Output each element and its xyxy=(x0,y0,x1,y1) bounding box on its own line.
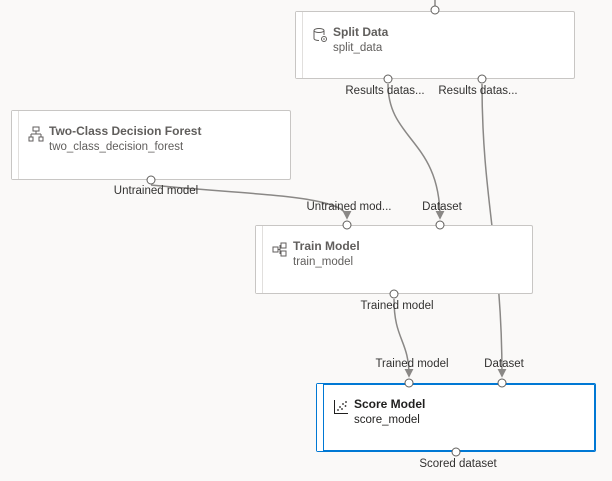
node-subtitle: two_class_decision_forest xyxy=(49,141,184,153)
decision-tree-icon xyxy=(28,126,44,142)
port-label: Trained model xyxy=(375,358,449,370)
port-label: Dataset xyxy=(422,201,462,213)
train-model-icon xyxy=(272,241,288,257)
edge-split-to-train-dataset[interactable] xyxy=(387,83,445,220)
score-model-node[interactable]: Score Model score_model xyxy=(316,383,596,452)
split-data-node[interactable]: Split Data split_data xyxy=(295,11,575,79)
split-data-output-port-1[interactable] xyxy=(383,74,393,84)
train-model-output-port[interactable] xyxy=(389,289,399,299)
score-model-output-port[interactable] xyxy=(451,447,461,457)
node-strip xyxy=(256,226,263,293)
split-data-input-port[interactable] xyxy=(430,5,440,15)
decision-forest-node[interactable]: Two-Class Decision Forest two_class_deci… xyxy=(11,110,291,180)
score-model-input-port-1[interactable] xyxy=(404,378,414,388)
score-model-input-port-2[interactable] xyxy=(497,378,507,388)
pipeline-canvas[interactable]: Split Data split_data Results datas... R… xyxy=(0,0,612,481)
train-model-input-port-2[interactable] xyxy=(435,220,445,230)
node-title: Train Model xyxy=(293,239,360,253)
port-label: Dataset xyxy=(484,358,524,370)
train-model-input-port-1[interactable] xyxy=(342,220,352,230)
node-subtitle: split_data xyxy=(333,42,383,54)
decision-forest-output-port[interactable] xyxy=(146,175,156,185)
node-strip xyxy=(12,111,19,179)
node-title: Two-Class Decision Forest xyxy=(49,124,202,138)
port-label: Results datas... xyxy=(438,85,518,97)
node-strip xyxy=(296,12,303,78)
node-title: Score Model xyxy=(354,397,426,411)
split-data-icon xyxy=(312,27,328,43)
port-label: Untrained model xyxy=(113,185,199,197)
node-subtitle: score_model xyxy=(354,414,420,426)
port-label: Untrained mod... xyxy=(306,201,392,213)
train-model-node[interactable]: Train Model train_model xyxy=(255,225,533,294)
node-strip xyxy=(317,384,324,451)
node-title: Split Data xyxy=(333,25,389,39)
split-data-output-port-2[interactable] xyxy=(477,74,487,84)
port-label: Results datas... xyxy=(345,85,425,97)
port-label: Scored dataset xyxy=(419,458,497,470)
node-subtitle: train_model xyxy=(293,256,354,268)
port-label: Trained model xyxy=(360,300,434,312)
scatter-chart-icon xyxy=(333,399,349,415)
